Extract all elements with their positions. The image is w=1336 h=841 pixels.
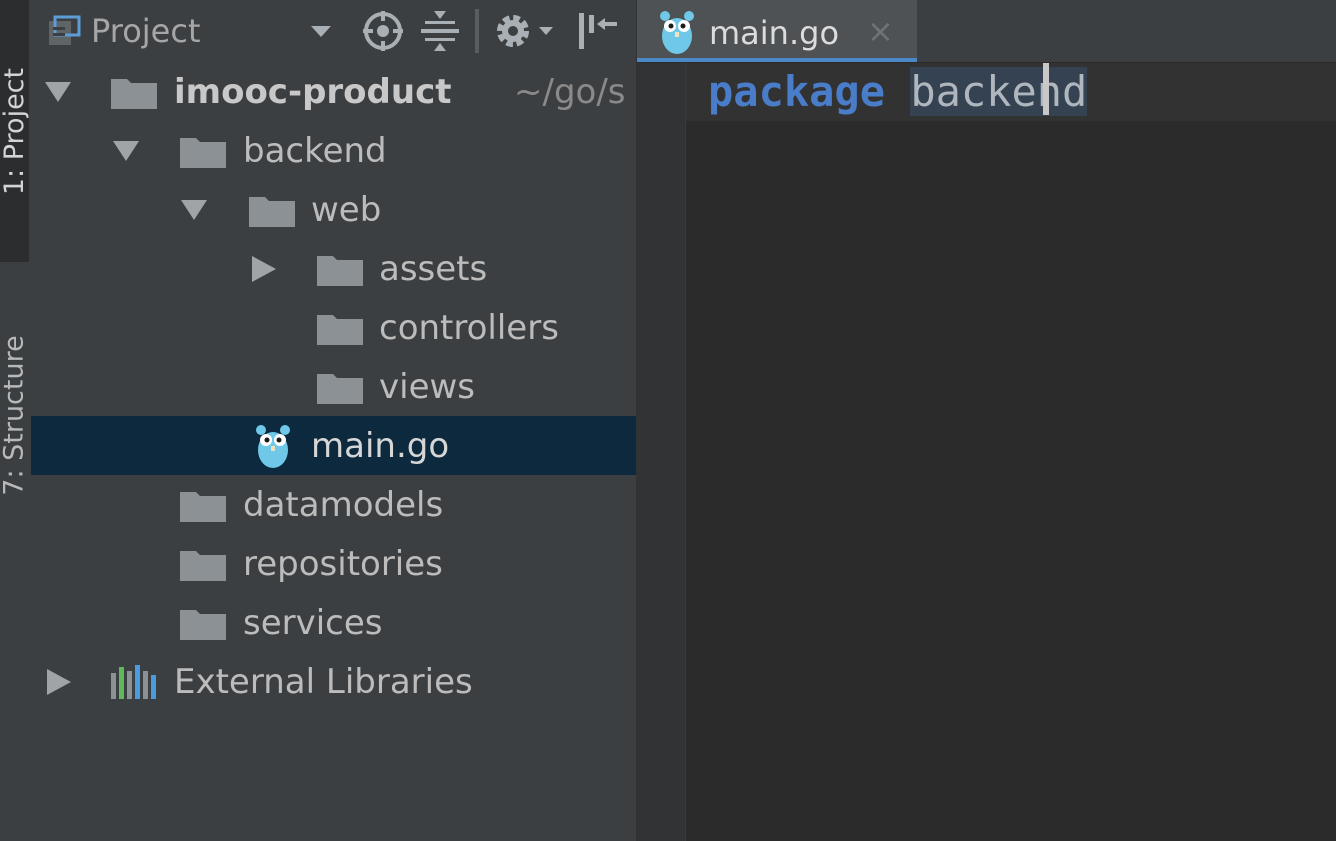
tree-item-controllers[interactable]: controllers xyxy=(31,298,636,357)
folder-icon xyxy=(317,314,363,345)
locate-button[interactable] xyxy=(361,0,405,62)
tree-item-label: backend xyxy=(243,130,387,171)
tree-item-datamodels[interactable]: datamodels xyxy=(31,475,636,534)
structure-tool-tab[interactable]: 7: Structure xyxy=(0,290,30,540)
folder-icon xyxy=(180,550,226,581)
folder-icon xyxy=(180,609,226,640)
toolbar-separator xyxy=(475,0,479,62)
tree-item-views[interactable]: views xyxy=(31,357,636,416)
editor-tab-main-go[interactable]: main.go × xyxy=(637,0,917,62)
tree-item-label: web xyxy=(311,189,382,230)
tool-window-strip: 1: Project 7: Structure xyxy=(0,0,32,841)
dropdown-icon xyxy=(311,26,331,37)
collapsed-arrow-icon[interactable] xyxy=(248,254,278,284)
project-view-icon xyxy=(47,15,81,47)
code-keyword: package xyxy=(708,67,886,116)
tree-item-label: controllers xyxy=(379,307,559,348)
editor-gutter xyxy=(637,63,686,841)
tree-item-label: repositories xyxy=(243,543,443,584)
tree-item-label: assets xyxy=(379,248,488,289)
project-tool-tab-label: 1: Project xyxy=(0,67,30,195)
folder-icon xyxy=(111,78,157,109)
tree-item-assets[interactable]: assets xyxy=(31,239,636,298)
tree-item-repositories[interactable]: repositories xyxy=(31,534,636,593)
libraries-icon xyxy=(111,664,156,699)
code-identifier: backend xyxy=(910,67,1088,116)
folder-icon xyxy=(317,255,363,286)
tree-item-path: ~/go/s xyxy=(514,71,626,112)
tree-item-label: main.go xyxy=(311,425,450,466)
expand-arrow-icon[interactable] xyxy=(43,77,73,107)
tree-item-label: imooc-product xyxy=(174,71,452,112)
tree-item-label: datamodels xyxy=(243,484,444,525)
project-tool-tab[interactable]: 1: Project xyxy=(0,0,30,262)
project-view-selector[interactable]: Project xyxy=(47,0,200,62)
project-view-title: Project xyxy=(91,12,201,50)
tree-item-label: services xyxy=(243,602,383,643)
structure-tool-tab-label: 7: Structure xyxy=(0,334,30,496)
tree-item-web[interactable]: web xyxy=(31,180,636,239)
expand-arrow-icon[interactable] xyxy=(179,195,209,225)
collapse-all-button[interactable] xyxy=(419,0,461,62)
gopher-file-icon xyxy=(660,11,694,54)
hide-icon xyxy=(579,13,617,49)
tree-item-label: External Libraries xyxy=(174,661,473,702)
folder-icon xyxy=(317,373,363,404)
folder-icon xyxy=(180,137,226,168)
folder-icon xyxy=(180,491,226,522)
editor-tab-label: main.go xyxy=(709,14,840,52)
dropdown-button[interactable] xyxy=(309,0,333,62)
folder-icon xyxy=(249,196,295,227)
tree-item-imooc-product[interactable]: imooc-product ~/go/s xyxy=(31,62,636,121)
project-toolbar: Project xyxy=(31,0,636,62)
close-icon[interactable]: × xyxy=(867,12,894,50)
gopher-file-icon xyxy=(256,424,290,468)
collapse-icon xyxy=(421,11,459,51)
collapsed-arrow-icon[interactable] xyxy=(43,667,73,697)
locate-icon xyxy=(363,11,403,51)
gear-icon xyxy=(497,15,553,47)
tree-item-main-go[interactable]: main.go xyxy=(31,416,636,475)
tree-item-services[interactable]: services xyxy=(31,593,636,652)
code-editor[interactable]: package backend xyxy=(686,63,1336,841)
code-line-1[interactable]: package backend xyxy=(708,67,1088,116)
text-caret xyxy=(1043,63,1049,115)
hide-panel-button[interactable] xyxy=(575,0,619,62)
project-panel: Project imooc-product ~/go/s backend web… xyxy=(31,0,637,841)
tree-item-label: views xyxy=(379,366,476,407)
editor-tab-bar: main.go × xyxy=(637,0,1336,63)
settings-button[interactable] xyxy=(491,0,557,62)
tree-item-external-libraries[interactable]: External Libraries xyxy=(31,652,636,711)
tree-item-backend[interactable]: backend xyxy=(31,121,636,180)
expand-arrow-icon[interactable] xyxy=(111,136,141,166)
